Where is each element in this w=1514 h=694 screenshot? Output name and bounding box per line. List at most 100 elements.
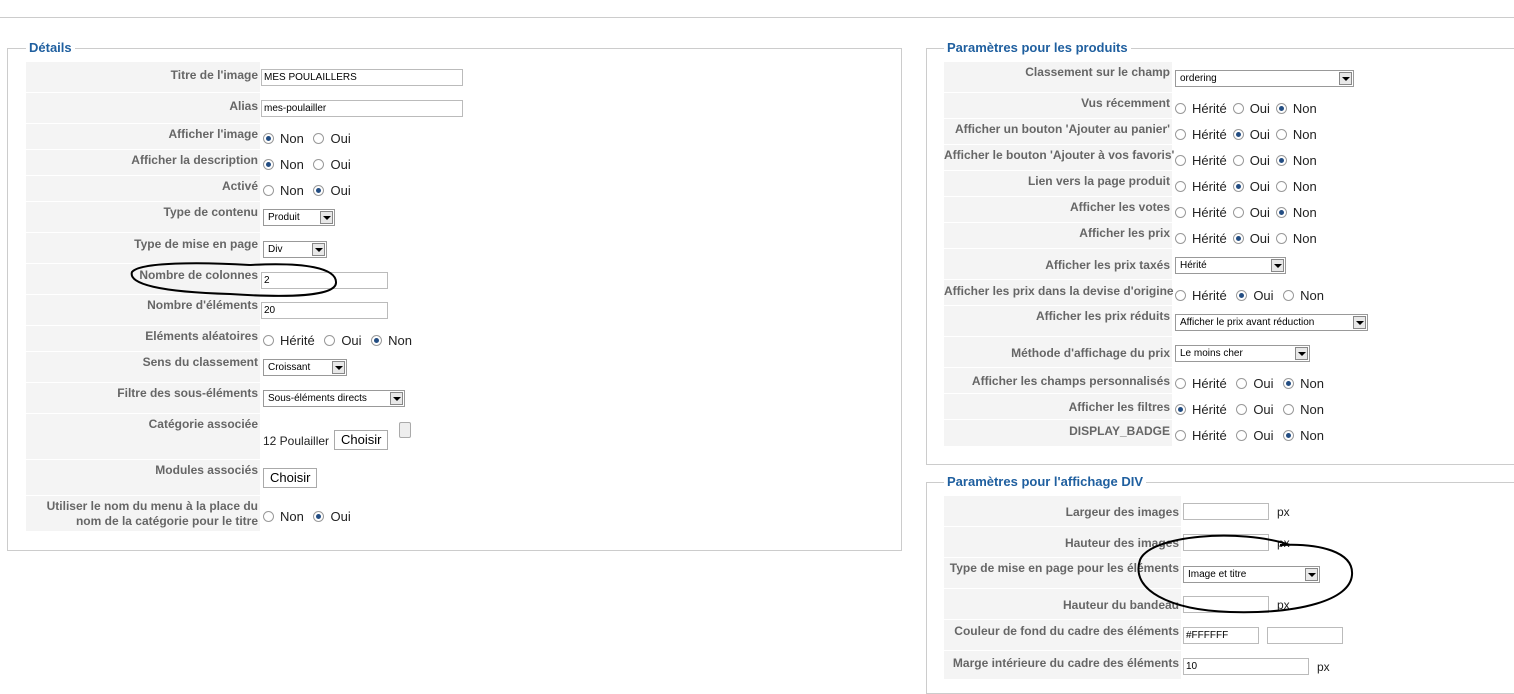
option-label: Non bbox=[280, 509, 304, 524]
filter-select[interactable]: Sous-éléments directs bbox=[263, 390, 405, 407]
radio-option[interactable] bbox=[1275, 129, 1287, 140]
bg-color-preview[interactable] bbox=[1267, 627, 1343, 644]
radio-option[interactable] bbox=[1232, 129, 1244, 140]
radio-currency-oui[interactable] bbox=[1236, 290, 1248, 301]
product-setting-label: Lien vers la page produit bbox=[944, 171, 1172, 196]
radio-menu-name-oui[interactable] bbox=[313, 511, 325, 522]
reduced-label: Afficher les prix réduits bbox=[944, 306, 1172, 336]
radio-option[interactable] bbox=[1232, 103, 1244, 114]
radio-custom-oui[interactable] bbox=[1236, 378, 1248, 389]
banner-height-input[interactable] bbox=[1183, 596, 1269, 613]
layout-type-select[interactable]: Div bbox=[263, 241, 327, 258]
content-type-select[interactable]: Produit bbox=[263, 209, 335, 226]
radio-option[interactable] bbox=[1175, 181, 1186, 192]
order-select[interactable]: Croissant bbox=[263, 359, 347, 376]
radio-filters-oui[interactable] bbox=[1236, 404, 1248, 415]
radio-badge-herite[interactable] bbox=[1175, 430, 1186, 441]
bg-color-input[interactable]: #FFFFFF bbox=[1183, 627, 1259, 644]
option-label: Non bbox=[280, 131, 304, 146]
option-label: Hérité bbox=[1192, 153, 1227, 168]
radio-active-oui[interactable] bbox=[313, 185, 325, 196]
option-label: Oui bbox=[330, 183, 351, 198]
option-label: Oui bbox=[330, 509, 351, 524]
radio-currency-herite[interactable] bbox=[1175, 290, 1186, 301]
option-label: Hérité bbox=[1192, 127, 1227, 142]
modules-choose-button[interactable]: Choisir bbox=[263, 468, 318, 488]
radio-custom-herite[interactable] bbox=[1175, 378, 1186, 389]
elements-input[interactable]: 20 bbox=[261, 302, 388, 319]
radio-show-desc-oui[interactable] bbox=[313, 159, 325, 170]
reduced-value: Afficher le prix avant réduction bbox=[1180, 317, 1315, 328]
menu-name-label: Utiliser le nom du menu à la place du no… bbox=[26, 496, 260, 531]
elem-layout-select[interactable]: Image et titre bbox=[1183, 566, 1320, 583]
row-product-setting: Afficher les prix Hérité Oui Non bbox=[944, 223, 1374, 249]
img-width-label: Largeur des images bbox=[944, 496, 1181, 526]
radio-option[interactable] bbox=[1232, 233, 1244, 244]
radio-show-image-oui[interactable] bbox=[313, 133, 325, 144]
radio-badge-non[interactable] bbox=[1283, 430, 1295, 441]
radio-random-herite[interactable] bbox=[263, 335, 274, 346]
radio-filters-herite[interactable] bbox=[1175, 404, 1186, 415]
clear-icon[interactable] bbox=[399, 422, 411, 438]
radio-option[interactable] bbox=[1275, 207, 1287, 218]
radio-option[interactable] bbox=[1175, 103, 1186, 114]
radio-option[interactable] bbox=[1232, 207, 1244, 218]
top-bar bbox=[0, 0, 1514, 18]
active-radios: Non Oui bbox=[263, 184, 357, 198]
chevron-down-icon bbox=[1271, 259, 1284, 272]
row-filter: Filtre des sous-éléments Sous-éléments d… bbox=[26, 383, 466, 414]
radio-option[interactable] bbox=[1275, 181, 1287, 192]
radio-option[interactable] bbox=[1275, 233, 1287, 244]
category-label: Catégorie associée bbox=[26, 414, 260, 459]
title-input[interactable]: MES POULAILLERS bbox=[261, 69, 463, 86]
radio-show-image-non[interactable] bbox=[263, 133, 274, 144]
taxed-select[interactable]: Hérité bbox=[1175, 257, 1286, 274]
row-banner-height: Hauteur du bandeau px bbox=[944, 589, 1374, 620]
taxed-label: Afficher les prix taxés bbox=[944, 249, 1172, 279]
row-img-width: Largeur des images px bbox=[944, 496, 1374, 527]
img-width-input[interactable] bbox=[1183, 503, 1269, 520]
radio-option[interactable] bbox=[1232, 155, 1244, 166]
category-choose-button[interactable]: Choisir bbox=[334, 430, 389, 450]
radio-custom-non[interactable] bbox=[1283, 378, 1295, 389]
columns-input[interactable]: 2 bbox=[261, 272, 388, 289]
alias-input[interactable]: mes-poulailler bbox=[261, 100, 463, 117]
reduced-select[interactable]: Afficher le prix avant réduction bbox=[1175, 314, 1368, 331]
img-height-input[interactable] bbox=[1183, 534, 1269, 551]
radio-option[interactable] bbox=[1232, 181, 1244, 192]
row-category: Catégorie associée 12 Poulailler Choisir bbox=[26, 414, 466, 460]
padding-input[interactable]: 10 bbox=[1183, 658, 1309, 675]
radio-option[interactable] bbox=[1175, 207, 1186, 218]
option-label: Non bbox=[1300, 288, 1325, 303]
currency-radios: Hérité Oui Non bbox=[1175, 289, 1330, 303]
option-label: Oui bbox=[1253, 288, 1274, 303]
order-value: Croissant bbox=[268, 362, 311, 373]
radio-menu-name-non[interactable] bbox=[263, 511, 274, 522]
radio-option[interactable] bbox=[1175, 129, 1186, 140]
radio-random-oui[interactable] bbox=[324, 335, 336, 346]
radio-filters-non[interactable] bbox=[1283, 404, 1295, 415]
radio-option[interactable] bbox=[1275, 155, 1287, 166]
radio-show-desc-non[interactable] bbox=[263, 159, 274, 170]
method-select[interactable]: Le moins cher bbox=[1175, 345, 1310, 362]
filter-value: Sous-éléments directs bbox=[268, 393, 367, 404]
row-currency: Afficher les prix dans la devise d'origi… bbox=[944, 280, 1374, 306]
radio-option[interactable] bbox=[1275, 103, 1287, 114]
radio-active-non[interactable] bbox=[263, 185, 274, 196]
sort-select[interactable]: ordering bbox=[1175, 70, 1354, 87]
row-img-height: Hauteur des images px bbox=[944, 527, 1374, 558]
row-filters: Afficher les filtres Hérité Oui Non bbox=[944, 394, 1374, 420]
radio-badge-oui[interactable] bbox=[1236, 430, 1248, 441]
row-bg-color: Couleur de fond du cadre des éléments #F… bbox=[944, 620, 1374, 651]
radio-option[interactable] bbox=[1175, 155, 1186, 166]
radio-option[interactable] bbox=[1175, 233, 1186, 244]
row-modules: Modules associés Choisir bbox=[26, 460, 466, 496]
row-layout-type: Type de mise en page Div bbox=[26, 233, 466, 264]
option-label: Hérité bbox=[280, 333, 315, 348]
radio-currency-non[interactable] bbox=[1283, 290, 1295, 301]
radio-random-non[interactable] bbox=[371, 335, 383, 346]
banner-height-label: Hauteur du bandeau bbox=[944, 589, 1181, 619]
unit-label: px bbox=[1317, 660, 1330, 674]
option-label: Hérité bbox=[1192, 288, 1227, 303]
product-setting-label: Afficher les votes bbox=[944, 197, 1172, 222]
